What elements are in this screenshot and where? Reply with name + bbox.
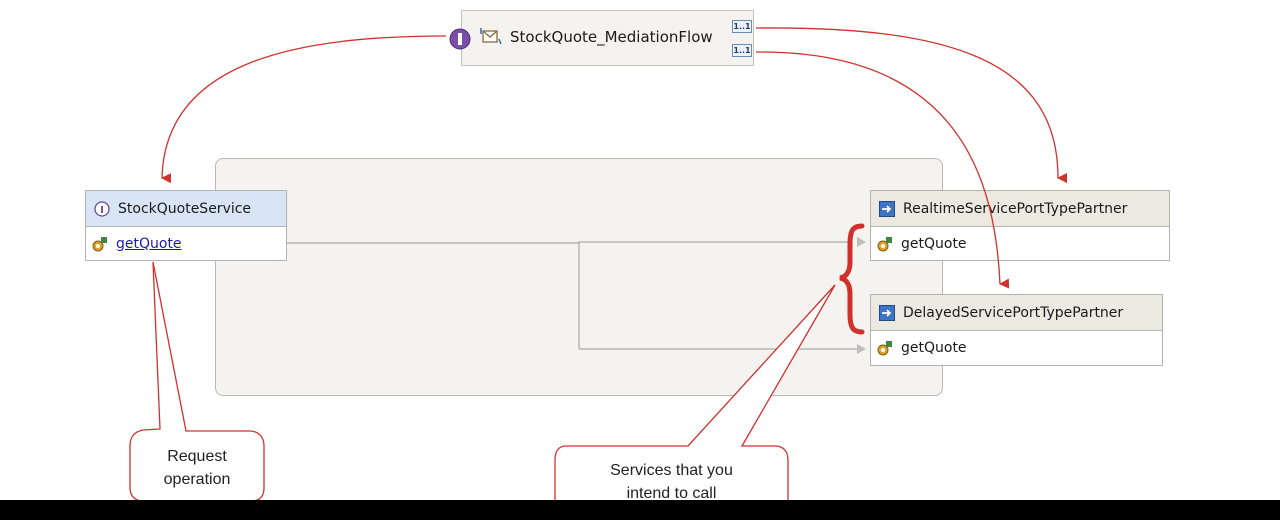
wire-to-realtime	[287, 241, 848, 244]
request-callout-line-2: operation	[163, 471, 231, 488]
wires	[287, 241, 858, 350]
wire-to-delayed	[578, 243, 858, 350]
arrow-flow-to-realtime	[755, 27, 1068, 183]
services-callout-line-1: Services that you	[610, 462, 733, 479]
request-callout-line-1: Request	[167, 448, 227, 465]
arrow-flow-to-delayed	[755, 51, 1010, 289]
bottom-bar	[0, 500, 1280, 520]
request-callout-text: Request operation	[130, 445, 264, 491]
services-callout-text: Services that you intend to call	[555, 459, 788, 505]
wire-arrowhead-delayed	[857, 344, 866, 354]
diagram-overlay	[129, 27, 1068, 517]
wire-arrowhead-realtime	[857, 237, 866, 247]
arrow-flow-to-export	[161, 35, 447, 184]
